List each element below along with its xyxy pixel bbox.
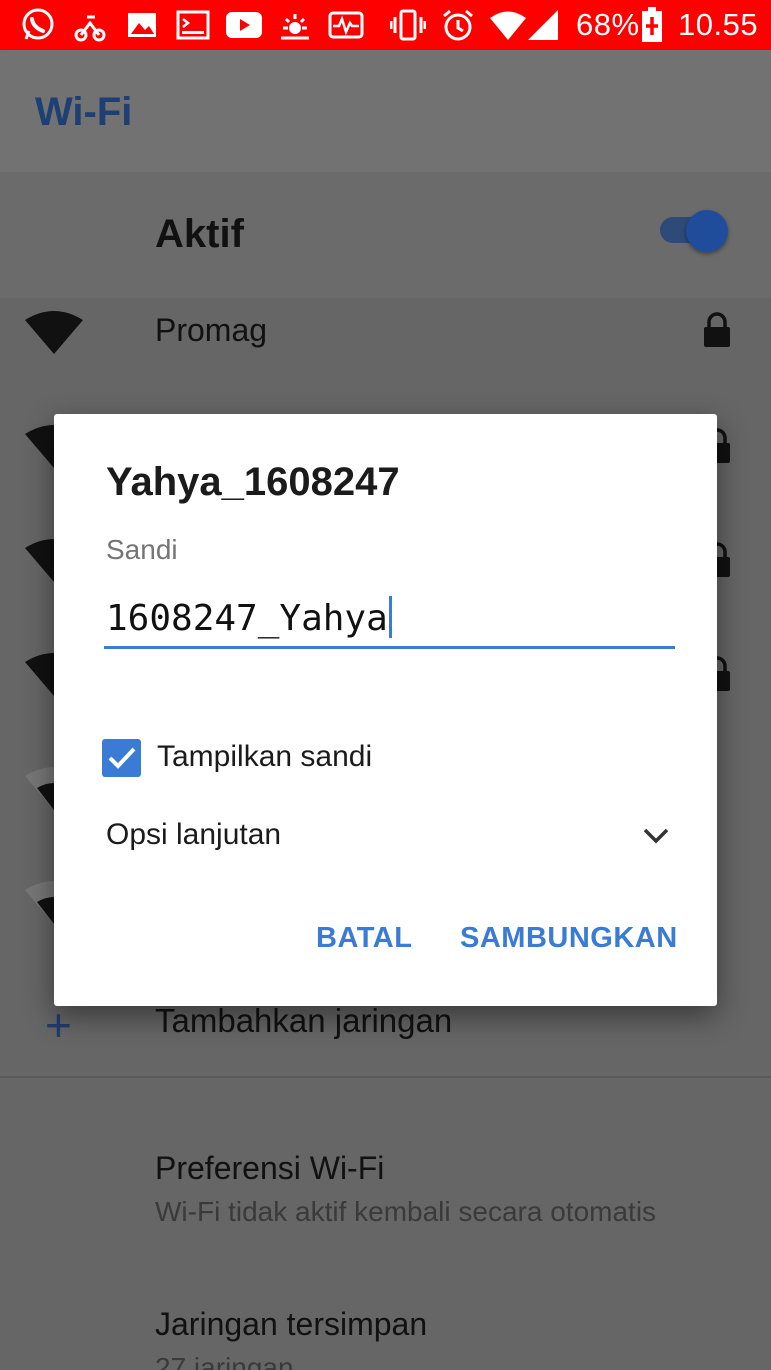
show-password-checkbox[interactable]	[102, 739, 141, 777]
vibrate-icon	[389, 6, 427, 44]
wifi-toggle-row[interactable]: Aktif	[0, 172, 771, 298]
add-network-label: Tambahkan jaringan	[155, 1002, 453, 1039]
courier-icon	[71, 6, 109, 44]
weather-icon	[276, 6, 314, 44]
gallery-icon	[123, 6, 161, 44]
network-row[interactable]: Promag	[0, 298, 771, 412]
saved-networks-subtitle: 27 jaringan	[155, 1352, 294, 1370]
whatsapp-icon	[19, 6, 57, 44]
advanced-options-label: Opsi lanjutan	[106, 818, 282, 851]
password-input-value: 1608247_Yahya	[106, 598, 388, 639]
wifi-preferences-subtitle: Wi-Fi tidak aktif kembali secara otomati…	[155, 1196, 657, 1227]
check-icon	[108, 747, 135, 769]
wifi-signal-icon	[25, 311, 83, 354]
plus-icon: +	[45, 999, 72, 1051]
status-bar: 68% 10.55	[0, 0, 771, 50]
youtube-icon	[225, 6, 263, 44]
wifi-password-dialog: Yahya_1608247 Sandi 1608247_Yahya Tampil…	[54, 414, 717, 1006]
wifi-toggle-label: Aktif	[155, 212, 244, 256]
show-password-row[interactable]: Tampilkan sandi	[102, 736, 422, 780]
password-input-wrap[interactable]: 1608247_Yahya	[106, 596, 392, 639]
password-label: Sandi	[106, 534, 178, 565]
clock: 10.55	[678, 7, 759, 42]
advanced-options-row[interactable]: Opsi lanjutan	[104, 814, 674, 858]
wifi-preferences-title: Preferensi Wi-Fi	[155, 1150, 385, 1186]
wifi-icon	[489, 6, 527, 44]
activity-icon	[327, 6, 365, 44]
cancel-button[interactable]: BATAL	[316, 922, 412, 955]
dialog-title: Yahya_1608247	[106, 460, 400, 504]
password-underline	[104, 646, 675, 649]
battery-charging-icon	[637, 6, 667, 44]
signal-icon	[524, 6, 562, 44]
lock-icon	[704, 312, 730, 347]
battery-percent: 68%	[576, 7, 640, 42]
saved-networks-title: Jaringan tersimpan	[155, 1306, 428, 1342]
password-field[interactable]: 1608247_Yahya	[104, 584, 675, 650]
page-title: Wi-Fi	[35, 90, 133, 134]
connect-button[interactable]: SAMBUNGKAN	[460, 922, 678, 955]
wifi-toggle-switch[interactable]	[686, 210, 728, 252]
terminal-icon	[174, 6, 212, 44]
chevron-down-icon[interactable]	[640, 820, 672, 852]
network-name: Promag	[155, 312, 268, 348]
show-password-label: Tampilkan sandi	[157, 740, 373, 773]
app-bar: Wi-Fi	[0, 50, 771, 172]
text-cursor	[388, 596, 392, 638]
divider	[0, 1076, 771, 1078]
alarm-icon	[439, 6, 477, 44]
